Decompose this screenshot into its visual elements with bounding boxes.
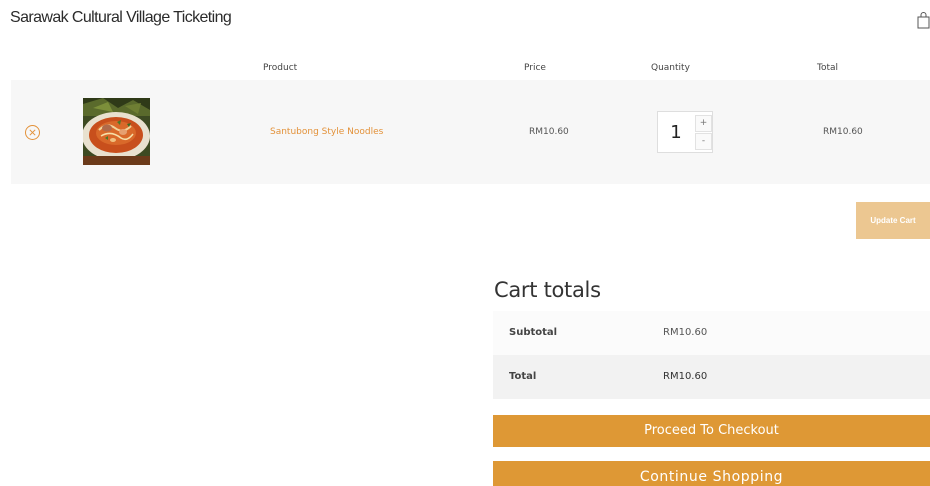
cart-totals-heading: Cart totals [494,278,601,302]
column-header-quantity: Quantity [651,63,690,73]
product-thumbnail[interactable] [83,98,150,165]
noodle-dish-photo [83,98,150,165]
total-row: Total RM10.60 [493,355,930,399]
quantity-decrease-button[interactable]: - [695,133,712,150]
site-title[interactable]: Sarawak Cultural Village Ticketing [10,9,232,27]
subtotal-row: Subtotal RM10.60 [493,311,930,355]
column-header-total: Total [817,63,839,73]
subtotal-value: RM10.60 [663,327,708,338]
line-total: RM10.60 [823,127,863,137]
total-label: Total [509,371,537,382]
proceed-to-checkout-button[interactable]: Proceed To Checkout [493,415,930,447]
product-price: RM10.60 [529,127,569,137]
continue-shopping-button[interactable]: Continue Shopping [493,461,930,486]
shopping-bag-icon[interactable] [917,11,930,29]
quantity-input[interactable] [658,112,694,152]
cart-page: Sarawak Cultural Village Ticketing Produ… [0,0,930,486]
update-cart-button[interactable]: Update Cart [856,202,930,239]
subtotal-label: Subtotal [509,327,558,338]
quantity-stepper: + - [657,111,713,153]
column-header-product: Product [263,63,298,73]
quantity-increase-button[interactable]: + [695,115,712,132]
total-value: RM10.60 [663,371,708,382]
remove-item-icon[interactable] [24,124,41,141]
column-header-price: Price [524,63,546,73]
product-name-link[interactable]: Santubong Style Noodles [270,127,383,137]
